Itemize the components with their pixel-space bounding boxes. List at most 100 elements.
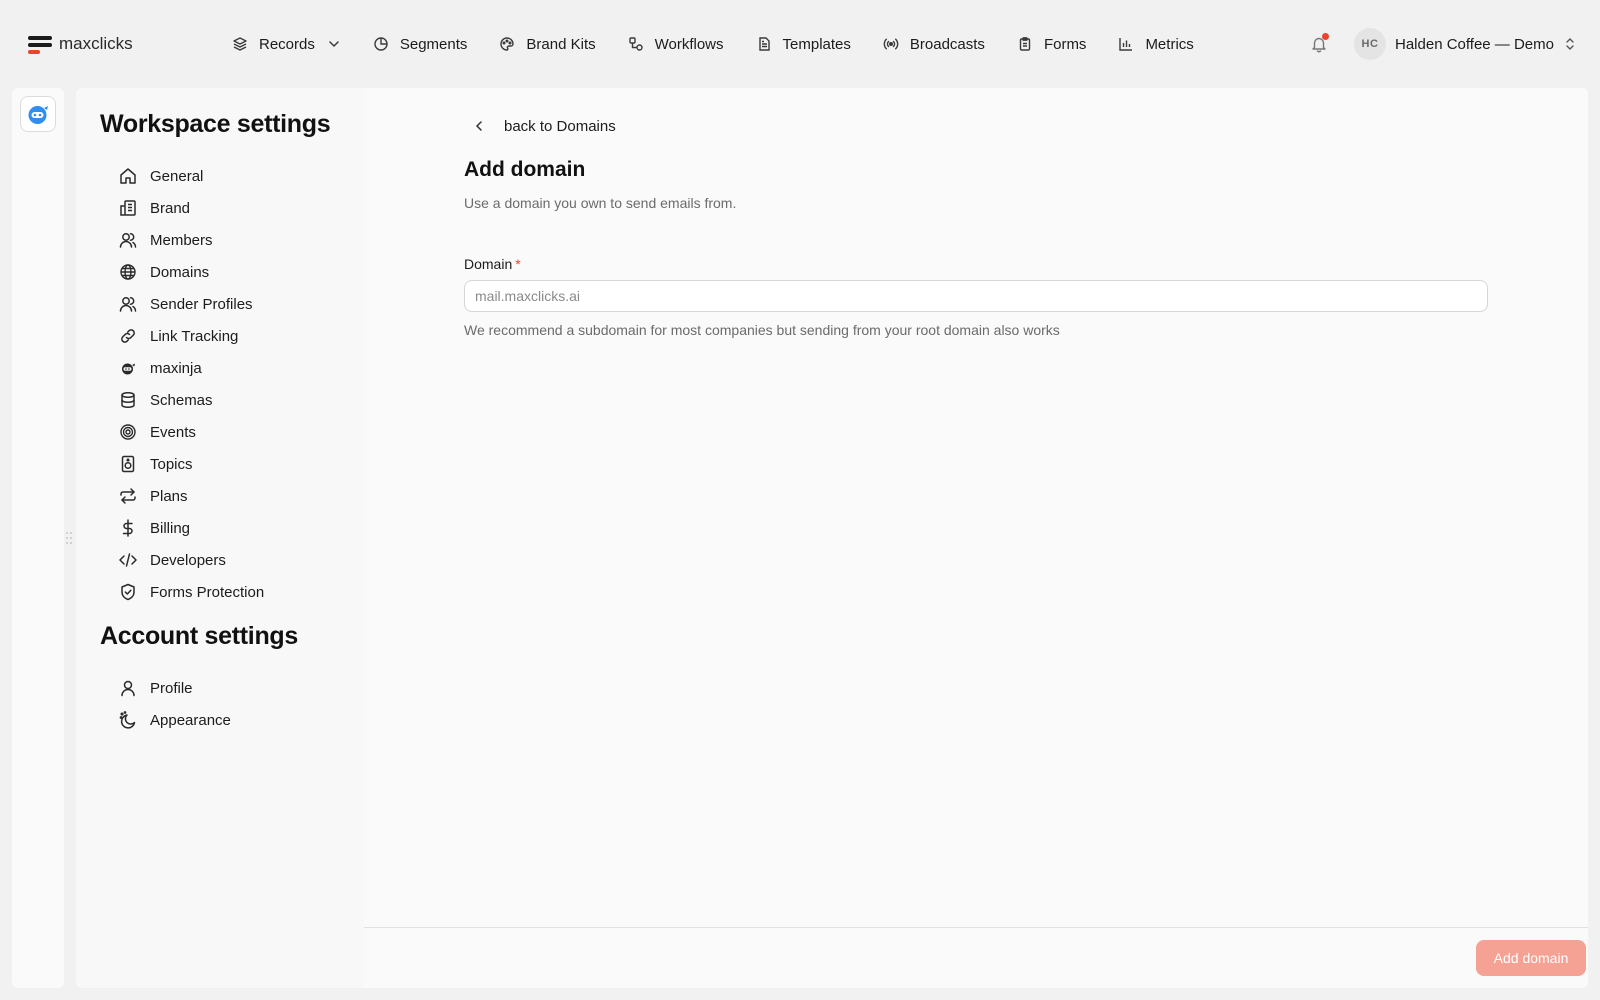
- settings-item-label: Appearance: [150, 711, 231, 729]
- settings-item-label: Sender Profiles: [150, 295, 253, 313]
- shield-check-icon: [121, 583, 135, 601]
- chevron-up-down-icon: [1566, 38, 1574, 50]
- settings-item-label: Schemas: [150, 391, 213, 409]
- settings-sidebar: Workspace settings General Brand Members…: [76, 88, 364, 988]
- domain-hint: We recommend a subdomain for most compan…: [464, 322, 1060, 338]
- nav-label: Templates: [782, 35, 851, 53]
- back-to-domains-link[interactable]: back to Domains: [462, 114, 616, 138]
- settings-item-label: Brand: [150, 199, 191, 217]
- nav-label: Records: [259, 35, 315, 53]
- domain-field-label: Domain *: [464, 256, 521, 272]
- nav-label: Forms: [1043, 35, 1087, 53]
- settings-item-general[interactable]: General: [118, 160, 264, 192]
- settings-item-label: Events: [150, 423, 196, 441]
- logo-icon: [28, 34, 52, 54]
- nav-forms[interactable]: Forms: [1017, 30, 1087, 58]
- settings-panel: Workspace settings General Brand Members…: [76, 88, 1588, 988]
- settings-item-label: maxinja: [150, 359, 202, 377]
- workspace-settings-title: Workspace settings: [100, 110, 331, 138]
- settings-item-label: Forms Protection: [150, 583, 265, 601]
- ninja-icon: [122, 363, 135, 375]
- account-switcher[interactable]: HC Halden Coffee — Demo: [1354, 28, 1576, 60]
- settings-item-label: Link Tracking: [150, 327, 239, 345]
- nav-metrics[interactable]: Metrics: [1118, 30, 1194, 58]
- settings-item-profile[interactable]: Profile: [118, 672, 231, 704]
- repeat-icon: [120, 488, 136, 504]
- settings-item-label: General: [150, 167, 204, 185]
- palette-icon: [500, 37, 515, 51]
- domain-input[interactable]: [464, 280, 1488, 312]
- settings-item-sender-profiles[interactable]: Sender Profiles: [118, 288, 264, 320]
- settings-item-plans[interactable]: Plans: [118, 480, 264, 512]
- database-icon: [121, 391, 135, 409]
- nav-workflows[interactable]: Workflows: [628, 30, 724, 58]
- settings-item-label: Domains: [150, 263, 210, 281]
- speaker-icon: [121, 455, 135, 473]
- bar-chart-icon: [1119, 38, 1133, 51]
- settings-item-members[interactable]: Members: [118, 224, 264, 256]
- settings-item-maxinja[interactable]: maxinja: [118, 352, 264, 384]
- page-subtitle: Use a domain you own to send emails from…: [464, 195, 737, 211]
- nav-templates[interactable]: Templates: [756, 30, 851, 58]
- settings-item-forms-protection[interactable]: Forms Protection: [118, 576, 264, 608]
- settings-item-label: Profile: [150, 679, 193, 697]
- account-settings-title: Account settings: [100, 622, 298, 650]
- clipboard-icon: [1019, 37, 1031, 51]
- settings-item-label: Plans: [150, 487, 188, 505]
- layers-icon: [233, 37, 247, 51]
- settings-item-developers[interactable]: Developers: [118, 544, 264, 576]
- add-domain-content: back to Domains Add domain Use a domain …: [364, 88, 1588, 988]
- settings-item-appearance[interactable]: Appearance: [118, 704, 231, 736]
- broadcast-icon: [883, 38, 899, 50]
- home-icon: [120, 168, 136, 184]
- globe-icon: [120, 264, 136, 280]
- settings-item-schemas[interactable]: Schemas: [118, 384, 264, 416]
- settings-item-label: Billing: [150, 519, 191, 537]
- add-domain-button[interactable]: Add domain: [1476, 940, 1586, 976]
- settings-item-domains[interactable]: Domains: [118, 256, 264, 288]
- required-marker: *: [515, 256, 521, 272]
- account-settings-menu: Profile Appearance: [118, 672, 231, 736]
- settings-item-label: Topics: [150, 455, 193, 473]
- workflow-icon: [628, 37, 643, 51]
- account-name: Halden Coffee — Demo: [1395, 35, 1554, 53]
- sender-profiles-icon: [119, 297, 137, 312]
- settings-item-billing[interactable]: Billing: [118, 512, 264, 544]
- nav-records[interactable]: Records: [232, 30, 341, 58]
- building-icon: [120, 200, 136, 216]
- footer-divider: [364, 927, 1588, 928]
- back-label: back to Domains: [504, 117, 616, 135]
- app-name: maxclicks: [59, 34, 133, 53]
- nav-segments[interactable]: Segments: [373, 30, 468, 58]
- link-icon: [121, 329, 135, 343]
- settings-item-events[interactable]: Events: [118, 416, 264, 448]
- settings-item-label: Developers: [150, 551, 226, 569]
- chevron-left-icon: [475, 121, 482, 131]
- code-icon: [119, 553, 137, 567]
- nav-label: Brand Kits: [526, 35, 596, 53]
- main-nav: Records Segments Brand Kits Workflows Te…: [232, 30, 1226, 58]
- moon-icon: [119, 711, 136, 729]
- top-bar: maxclicks Records Segments Brand Kits Wo…: [0, 0, 1600, 88]
- nav-label: Broadcasts: [909, 35, 985, 53]
- settings-item-link-tracking[interactable]: Link Tracking: [118, 320, 264, 352]
- user-icon: [121, 680, 135, 697]
- ninja-bot-icon: [28, 106, 48, 124]
- nav-label: Metrics: [1145, 35, 1194, 53]
- page-title: Add domain: [464, 158, 586, 181]
- workspace-settings-menu: General Brand Members Domains Sender Pro…: [118, 160, 264, 608]
- nav-label: Segments: [399, 35, 468, 53]
- chevron-down-icon: [329, 41, 339, 48]
- nav-label: Workflows: [654, 35, 724, 53]
- app-rail: [12, 88, 64, 988]
- document-icon: [758, 37, 770, 51]
- settings-item-label: Members: [150, 231, 213, 249]
- nav-broadcasts[interactable]: Broadcasts: [883, 30, 985, 58]
- resize-handle-icon[interactable]: [65, 531, 73, 545]
- nav-brand-kits[interactable]: Brand Kits: [499, 30, 596, 58]
- settings-item-topics[interactable]: Topics: [118, 448, 264, 480]
- app-logo[interactable]: maxclicks: [28, 34, 133, 54]
- dollar-icon: [122, 519, 133, 537]
- settings-item-brand[interactable]: Brand: [118, 192, 264, 224]
- rail-app-button[interactable]: [20, 96, 56, 132]
